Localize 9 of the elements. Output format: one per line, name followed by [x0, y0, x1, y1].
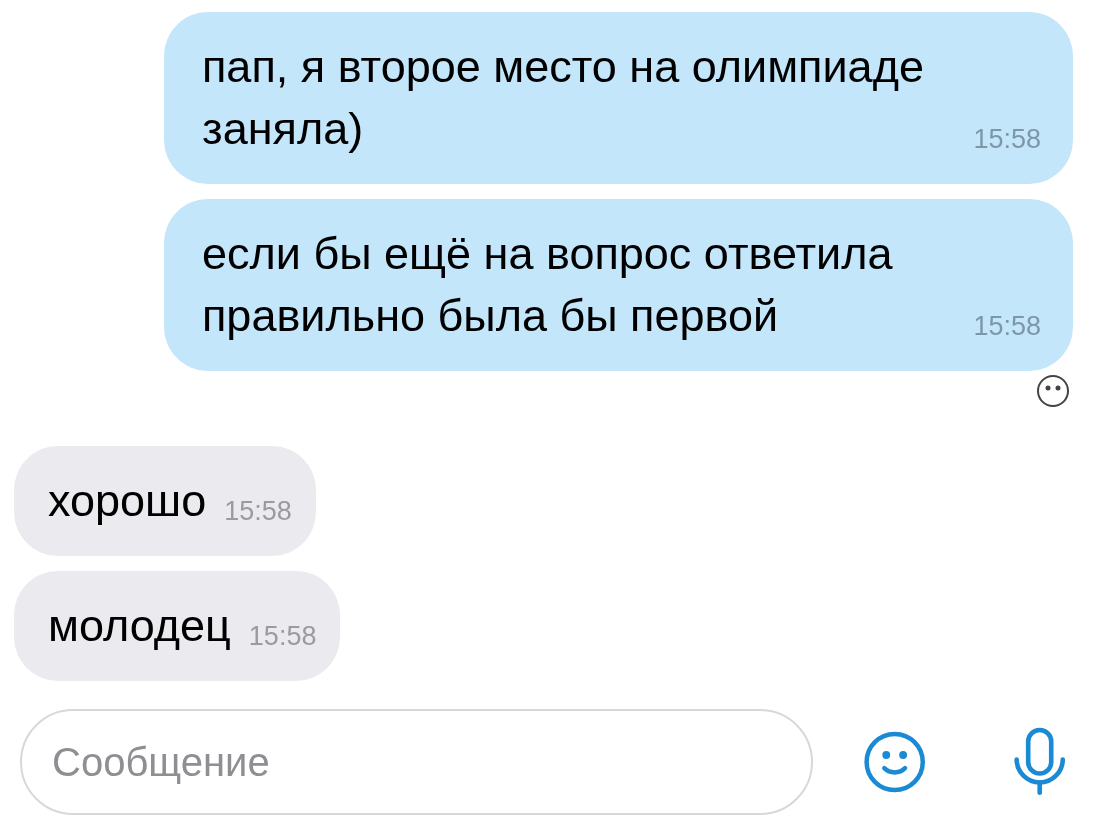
message-time: 15:58: [973, 311, 1041, 341]
message-text: пап, я второе место на олимпиаде заняла): [202, 40, 925, 156]
message-time: 15:58: [224, 496, 292, 526]
message-time: 15:58: [973, 124, 1041, 154]
message-text: молодец: [48, 599, 231, 653]
message-text: хорошо: [48, 474, 207, 528]
message-input[interactable]: Сообщение: [20, 709, 814, 815]
message-text: если бы ещё на вопрос ответила правильно была бы первой: [202, 227, 894, 343]
message-time: 15:58: [248, 621, 317, 651]
